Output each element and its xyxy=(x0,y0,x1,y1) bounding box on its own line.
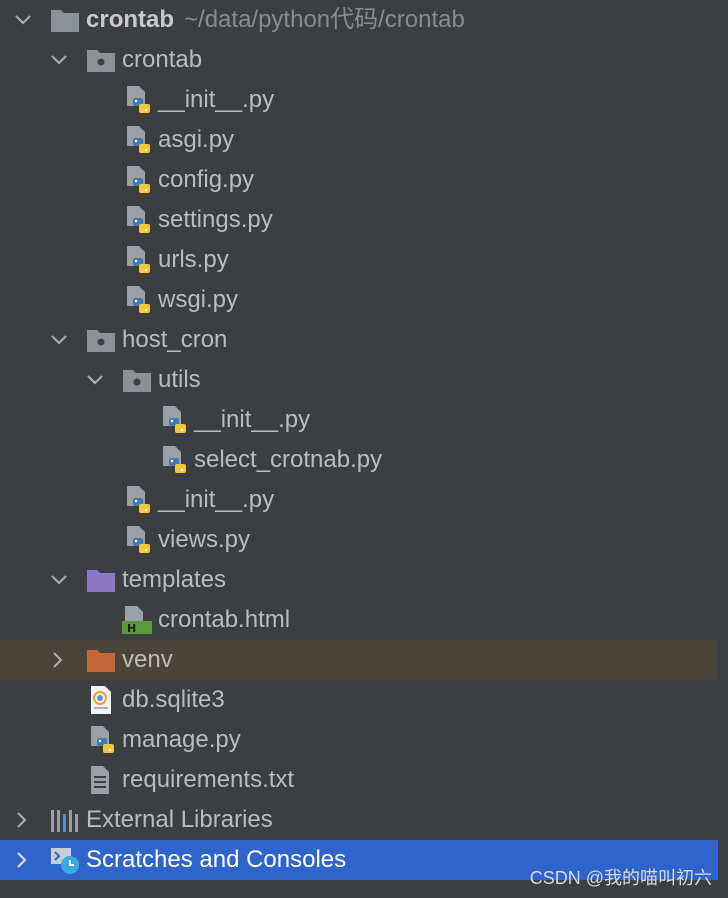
file-label: asgi.py xyxy=(158,126,235,153)
chevron-right-icon[interactable] xyxy=(12,810,32,830)
tree-file-row[interactable]: wsgi.py xyxy=(0,280,718,320)
file-label: __init__.py xyxy=(158,86,275,113)
text-file-icon xyxy=(88,765,118,795)
folder-label: crontab xyxy=(122,46,203,73)
package-folder-icon xyxy=(86,325,116,355)
python-file-icon xyxy=(124,165,154,195)
tree-file-row[interactable]: __init__.py xyxy=(0,400,718,440)
tree-item-venv[interactable]: venv xyxy=(0,640,718,680)
tree-file-row[interactable]: __init__.py xyxy=(0,80,718,120)
tree-label: Scratches and Consoles xyxy=(86,846,347,873)
tree-file-row[interactable]: __init__.py xyxy=(0,480,718,520)
templates-folder-icon xyxy=(86,565,116,595)
tree-item-external-libraries[interactable]: External Libraries xyxy=(0,800,718,840)
chevron-down-icon[interactable] xyxy=(49,570,69,590)
chevron-down-icon[interactable] xyxy=(13,10,33,30)
chevron-right-icon[interactable] xyxy=(12,850,32,870)
tree-file-row[interactable]: H crontab.html xyxy=(0,600,718,640)
watermark: CSDN @我的喵叫初六 xyxy=(529,868,712,888)
tree-item-crontab-package[interactable]: crontab xyxy=(0,40,718,80)
python-file-icon xyxy=(124,525,154,555)
root-label: crontab ~/data/python代码/crontab xyxy=(86,6,465,34)
file-label: __init__.py xyxy=(158,486,275,513)
scratches-icon xyxy=(50,845,80,875)
tree-file-row[interactable]: requirements.txt xyxy=(0,760,718,800)
tree-label: External Libraries xyxy=(86,806,273,833)
python-file-icon xyxy=(124,285,154,315)
folder-label: utils xyxy=(158,366,201,393)
file-label: config.py xyxy=(158,166,255,193)
tree-file-row[interactable]: asgi.py xyxy=(0,120,718,160)
file-label: manage.py xyxy=(122,726,241,753)
tree-file-row[interactable]: config.py xyxy=(0,160,718,200)
python-file-icon xyxy=(124,205,154,235)
tree-item-host-cron[interactable]: host_cron xyxy=(0,320,718,360)
python-file-icon xyxy=(124,485,154,515)
html-file-icon: H xyxy=(122,605,152,635)
tree-file-row[interactable]: settings.py xyxy=(0,200,718,240)
chevron-down-icon[interactable] xyxy=(85,370,105,390)
sqlite-file-icon xyxy=(88,685,118,715)
file-label: select_crotnab.py xyxy=(194,446,383,473)
file-label: __init__.py xyxy=(194,406,311,433)
python-file-icon xyxy=(160,445,190,475)
venv-folder-icon xyxy=(86,645,116,675)
python-file-icon xyxy=(160,405,190,435)
package-folder-icon xyxy=(86,45,116,75)
file-label: crontab.html xyxy=(158,606,291,633)
file-label: settings.py xyxy=(158,206,273,233)
file-label: urls.py xyxy=(158,246,229,273)
tree-file-row[interactable]: urls.py xyxy=(0,240,718,280)
root-folder-path: ~/data/python代码/crontab xyxy=(184,6,465,33)
package-folder-icon xyxy=(122,365,152,395)
project-tree: crontab ~/data/python代码/crontab crontab _… xyxy=(0,0,718,880)
tree-file-row[interactable]: views.py xyxy=(0,520,718,560)
folder-label: host_cron xyxy=(122,326,228,353)
python-file-icon xyxy=(124,125,154,155)
python-file-icon xyxy=(124,245,154,275)
svg-text:H: H xyxy=(127,622,136,635)
folder-label: venv xyxy=(122,646,173,673)
tree-item-templates[interactable]: templates xyxy=(0,560,718,600)
file-label: db.sqlite3 xyxy=(122,686,225,713)
tree-item-utils[interactable]: utils xyxy=(0,360,718,400)
file-label: views.py xyxy=(158,526,251,553)
python-file-icon xyxy=(88,725,118,755)
root-folder-name: crontab xyxy=(86,6,175,33)
tree-file-row[interactable]: db.sqlite3 xyxy=(0,680,718,720)
python-file-icon xyxy=(124,85,154,115)
folder-label: templates xyxy=(122,566,227,593)
folder-icon xyxy=(50,5,80,35)
file-label: wsgi.py xyxy=(158,286,239,313)
file-label: requirements.txt xyxy=(122,766,295,793)
tree-file-row[interactable]: select_crotnab.py xyxy=(0,440,718,480)
chevron-down-icon[interactable] xyxy=(49,330,69,350)
tree-file-row[interactable]: manage.py xyxy=(0,720,718,760)
tree-root-crontab[interactable]: crontab ~/data/python代码/crontab xyxy=(0,0,718,40)
chevron-right-icon[interactable] xyxy=(48,650,68,670)
library-icon xyxy=(50,805,80,835)
chevron-down-icon[interactable] xyxy=(49,50,69,70)
